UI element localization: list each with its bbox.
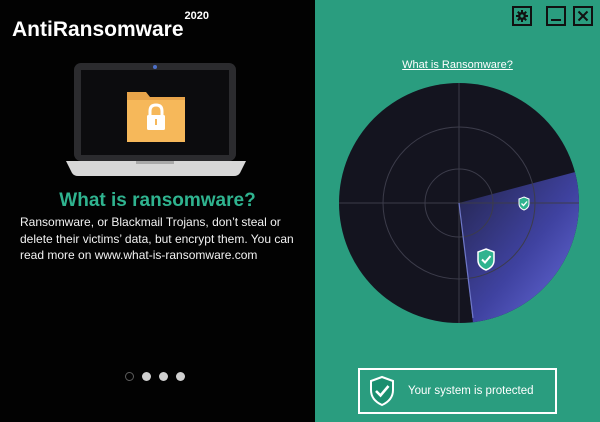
radar-scanner xyxy=(339,83,579,323)
slide-dot-4[interactable] xyxy=(176,372,185,381)
close-button[interactable] xyxy=(573,6,593,26)
gear-icon xyxy=(516,10,528,22)
protection-status: Your system is protected xyxy=(358,368,557,414)
app-title: AntiRansomware2020 xyxy=(12,10,209,42)
slide-pagination xyxy=(125,372,185,381)
app-window: AntiRansomware2020 What is ransomware? R… xyxy=(0,0,600,422)
slide-dot-3[interactable] xyxy=(159,372,168,381)
shield-check-icon xyxy=(477,248,495,271)
status-panel: What is Ransomware? Your system is prote… xyxy=(315,0,600,422)
minimize-icon xyxy=(551,19,561,21)
info-panel: AntiRansomware2020 What is ransomware? R… xyxy=(0,0,315,422)
laptop-lock-folder-icon xyxy=(66,63,246,176)
settings-button[interactable] xyxy=(512,6,532,26)
slide-dot-2[interactable] xyxy=(142,372,151,381)
slide-dot-1[interactable] xyxy=(125,372,134,381)
app-name: AntiRansomware xyxy=(12,18,184,41)
slide-heading: What is ransomware? xyxy=(59,190,256,211)
app-version: 2020 xyxy=(184,10,210,22)
what-is-ransomware-link[interactable]: What is Ransomware? xyxy=(315,59,600,71)
shield-check-icon xyxy=(518,196,530,211)
status-text: Your system is protected xyxy=(408,385,534,397)
minimize-button[interactable] xyxy=(546,6,566,26)
close-icon xyxy=(577,10,589,22)
slide-body: Ransomware, or Blackmail Trojans, don’t … xyxy=(20,215,294,262)
shield-check-icon xyxy=(370,375,394,407)
